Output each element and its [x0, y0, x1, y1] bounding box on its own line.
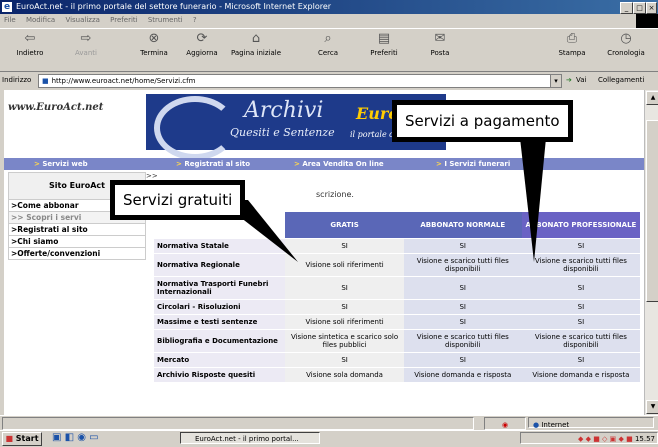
callout-pointers — [218, 138, 546, 262]
globe-icon: ● — [533, 421, 540, 429]
status-bar: ◉ ● Internet — [0, 415, 658, 430]
status-message — [2, 417, 474, 430]
taskbar-ie-window[interactable]: EuroAct.net - il primo portal... — [180, 432, 320, 444]
taskbar: ■ Start ▣ ◧ ◉ ▭ EuroAct.net - il primo p… — [0, 430, 658, 447]
zone-panel: ● Internet — [528, 417, 654, 429]
callout-servizi-gratuiti: Servizi gratuiti — [110, 180, 246, 220]
windows-flag-icon: ■ — [5, 434, 13, 443]
scroll-thumb[interactable] — [646, 120, 658, 302]
scroll-down-icon[interactable]: ▼ — [646, 400, 658, 414]
callout-paid-pointer — [520, 138, 546, 262]
vertical-scrollbar[interactable]: ▲ ▼ — [644, 90, 658, 415]
quick-launch-icons[interactable]: ▣ ◧ ◉ ▭ — [52, 432, 99, 443]
zone-label: Internet — [541, 421, 570, 429]
system-tray: ◆ ◆ ■ ◇ ▣ ◆ ■ 15.57 — [520, 432, 658, 444]
callout-servizi-a-pagamento: Servizi a pagamento — [392, 100, 573, 142]
tray-icons: ◆ ◆ ■ ◇ ▣ ◆ ■ — [577, 435, 633, 443]
clock: 15.57 — [634, 435, 655, 443]
security-icon: ◉ — [484, 417, 526, 430]
scroll-up-icon[interactable]: ▲ — [646, 91, 658, 105]
start-button[interactable]: ■ Start — [2, 432, 42, 446]
